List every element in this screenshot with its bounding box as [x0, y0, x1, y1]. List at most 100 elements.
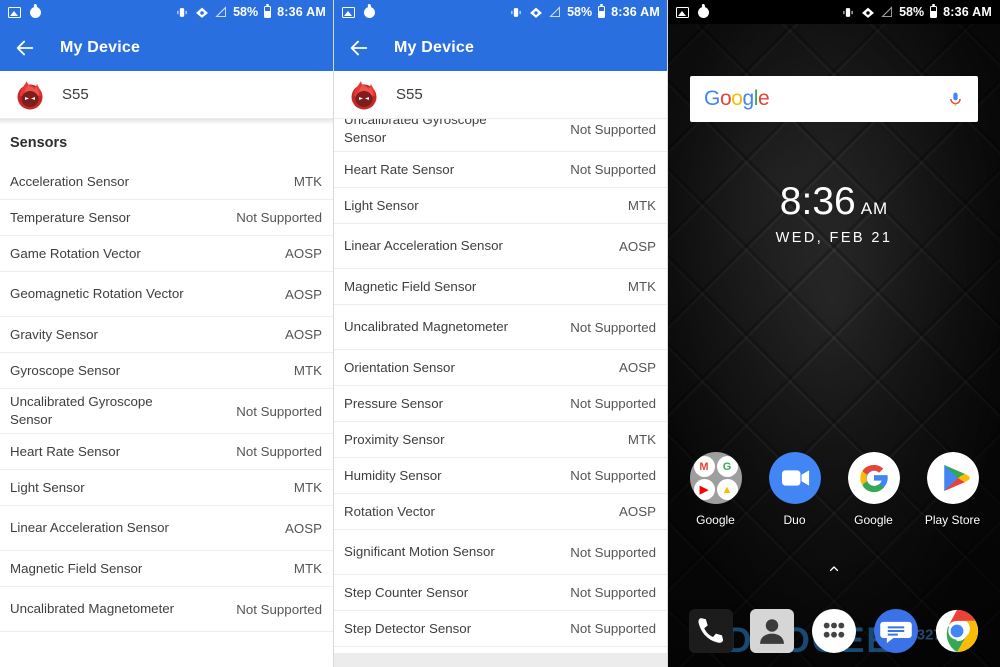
sensor-value: Not Supported	[570, 621, 656, 636]
home-app-duo[interactable]: Duo	[763, 452, 827, 527]
sensor-name: Geomagnetic Rotation Vector	[10, 286, 184, 302]
signal-off-icon	[549, 6, 561, 18]
sensor-row[interactable]: Uncalibrated Magnetometer Not Supported	[334, 305, 668, 350]
sensor-name: Gravity Sensor	[10, 326, 98, 342]
section-title-sensors: Sensors	[10, 135, 68, 151]
sensor-row[interactable]: Rotation Vector AOSP	[334, 494, 668, 530]
vibrate-icon	[509, 6, 523, 19]
home-app-google[interactable]: M G ▶ ▲ Google	[684, 452, 748, 527]
home-app-play-store[interactable]: Play Store	[921, 452, 985, 527]
screenshot-root: 58% 8:36 AM My Device S55 Sensors Accele…	[0, 0, 1000, 667]
sensor-row[interactable]: Uncalibrated Gyroscope Sensor Not Support…	[0, 389, 334, 434]
sensor-row[interactable]: Game Rotation Vector AOSP	[0, 236, 334, 272]
sensor-row[interactable]: Heart Rate Sensor Not Supported	[0, 434, 334, 470]
sensor-name: Uncalibrated Gyroscope Sensor	[10, 394, 153, 427]
sensor-row[interactable]: Step Counter Sensor Not Supported	[334, 575, 668, 611]
phone-panel-2: 58% 8:36 AM My Device S55 Uncalibrated G…	[334, 0, 668, 667]
app-label: Google	[854, 513, 893, 527]
sensor-row[interactable]: Light Sensor MTK	[0, 470, 334, 506]
antutu-logo-icon	[14, 79, 46, 111]
google-search-bar[interactable]: Google	[690, 76, 978, 122]
sensor-name: Significant Motion Sensor	[344, 544, 495, 560]
sensor-row[interactable]: Humidity Sensor Not Supported	[334, 458, 668, 494]
sensor-name: Heart Rate Sensor	[10, 443, 121, 459]
panel-divider	[333, 0, 334, 667]
sensor-row[interactable]: Uncalibrated Magnetometer Not Supported	[0, 587, 334, 632]
clock-widget[interactable]: 8:36 AM WED, FEB 21	[668, 182, 1000, 246]
battery-percent: 58%	[567, 5, 593, 19]
sensor-name: Linear Acceleration Sensor	[344, 238, 503, 254]
google-folder-icon: M G ▶ ▲	[689, 452, 742, 504]
wifi-icon	[861, 6, 875, 19]
sensor-value: MTK	[627, 279, 656, 294]
sensor-value: AOSP	[619, 360, 656, 375]
sensor-value: MTK	[293, 174, 322, 189]
home-app-row: M G ▶ ▲ Google Duo Google Play Store	[668, 452, 1000, 527]
sensor-name: Game Rotation Vector	[10, 245, 141, 261]
sensor-row[interactable]: Orientation Sensor AOSP	[334, 350, 668, 386]
sensor-value: AOSP	[285, 520, 322, 536]
sensor-row[interactable]: Geomagnetic Rotation Vector AOSP	[0, 272, 334, 317]
sensor-row[interactable]: Magnetic Field Sensor MTK	[0, 551, 334, 587]
back-arrow-icon[interactable]	[14, 37, 36, 59]
sensor-row[interactable]: Light Sensor MTK	[334, 188, 668, 224]
status-bar: 58% 8:36 AM	[0, 0, 334, 24]
antutu-notification-icon	[364, 6, 375, 18]
sensor-value: AOSP	[285, 286, 322, 302]
sensor-name: Pressure Sensor	[344, 395, 444, 411]
device-name: S55	[62, 86, 89, 103]
sensor-row[interactable]: Step Detector Sensor Not Supported	[334, 611, 668, 647]
antutu-notification-icon	[30, 6, 41, 18]
google-app-icon	[847, 452, 900, 504]
clock-ampm: AM	[860, 199, 889, 218]
all-apps-chevron-icon[interactable]	[668, 562, 1000, 579]
device-row[interactable]: S55	[334, 71, 668, 119]
signal-off-icon	[881, 6, 893, 18]
sensor-value: Not Supported	[570, 319, 656, 335]
sensor-name: Proximity Sensor	[344, 431, 445, 447]
microphone-icon[interactable]	[947, 87, 964, 111]
sensor-name: Acceleration Sensor	[10, 173, 129, 189]
list-bottom-strip	[334, 653, 668, 667]
sensor-name: Magnetic Field Sensor	[344, 278, 477, 294]
screenshot-icon	[8, 6, 21, 18]
sensor-row[interactable]: Pressure Sensor Not Supported	[334, 386, 668, 422]
status-time: 8:36 AM	[277, 5, 326, 19]
sensor-row[interactable]: Linear Acceleration Sensor AOSP	[0, 506, 334, 551]
device-row[interactable]: S55	[0, 71, 334, 119]
sensor-value: MTK	[293, 363, 322, 378]
sensor-row[interactable]: Acceleration Sensor MTK	[0, 164, 334, 200]
sensor-row[interactable]: Significant Motion Sensor Not Supported	[334, 530, 668, 575]
home-app-google[interactable]: Google	[842, 452, 906, 527]
sensor-value: Not Supported	[236, 444, 322, 459]
sensor-value: Not Supported	[570, 585, 656, 600]
sensor-row[interactable]: Magnetic Field Sensor MTK	[334, 269, 668, 305]
chrome-icon[interactable]	[935, 609, 979, 653]
sensor-value: AOSP	[619, 238, 656, 254]
antutu-logo-icon	[348, 79, 380, 111]
contacts-icon[interactable]	[750, 609, 795, 653]
app-label: Play Store	[924, 513, 981, 527]
sensor-row[interactable]: Temperature Sensor Not Supported	[0, 200, 334, 236]
phone-icon[interactable]	[688, 609, 733, 653]
vibrate-icon	[175, 6, 189, 19]
sensor-row[interactable]: Linear Acceleration Sensor AOSP	[334, 224, 668, 269]
sensor-name: Humidity Sensor	[344, 467, 442, 483]
duo-icon	[768, 452, 821, 504]
sensor-list-panel1[interactable]: Sensors Acceleration Sensor MTK Temperatur…	[0, 119, 334, 632]
sensor-row[interactable]: Gyroscope Sensor MTK	[0, 353, 334, 389]
sensor-row[interactable]: Heart Rate Sensor Not Supported	[334, 152, 668, 188]
status-bar: 58% 8:36 AM	[668, 0, 1000, 24]
sensor-row[interactable]: Proximity Sensor MTK	[334, 422, 668, 458]
app-drawer-icon[interactable]	[811, 609, 856, 653]
sensor-value: Not Supported	[570, 544, 656, 560]
app-bar: My Device	[0, 24, 334, 71]
status-bar: 58% 8:36 AM	[334, 0, 668, 24]
sensor-row[interactable]: Gravity Sensor AOSP	[0, 317, 334, 353]
screenshot-icon	[676, 6, 689, 18]
messages-icon[interactable]	[873, 609, 918, 653]
sensor-name: Step Counter Sensor	[344, 584, 469, 600]
app-label: Google	[696, 513, 735, 527]
back-arrow-icon[interactable]	[348, 37, 370, 59]
sensor-list-panel2[interactable]: Uncalibrated Gyroscope Sensor Not Support…	[334, 107, 668, 647]
